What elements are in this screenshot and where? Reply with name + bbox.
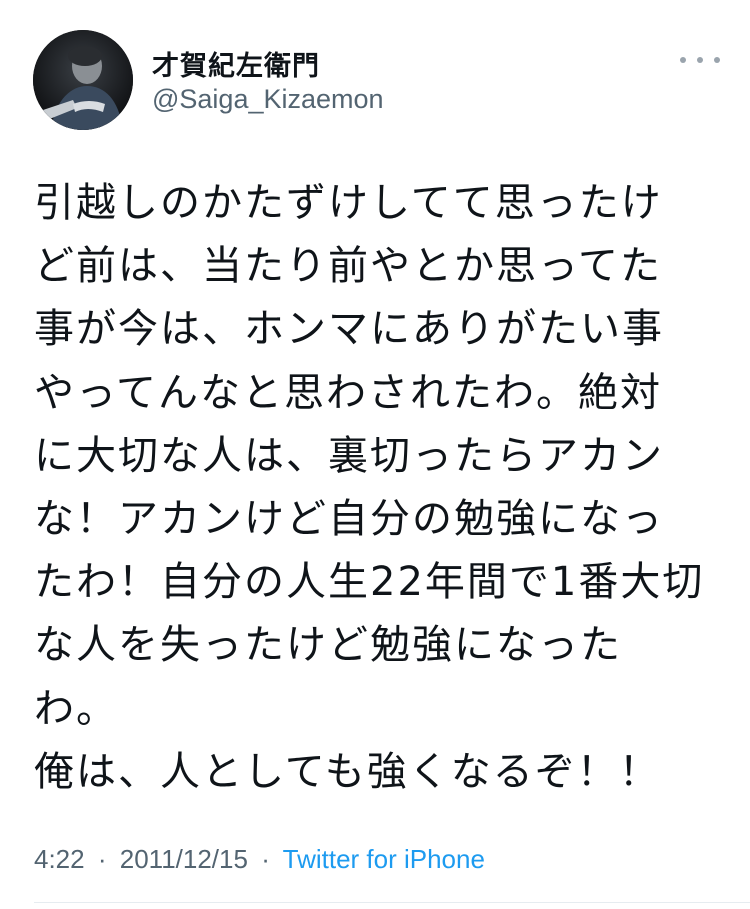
more-options-button[interactable] <box>680 50 720 70</box>
tweet-source-link[interactable]: Twitter for iPhone <box>283 844 485 874</box>
more-horizontal-icon <box>697 57 703 63</box>
tweet-metadata: 4:22 · 2011/12/15 · Twitter for iPhone <box>34 844 485 875</box>
tweet-text-line: やってんなと思わされたわ。絶対 <box>34 369 662 416</box>
tweet: 才賀紀左衛門 @Saiga_Kizaemon 引越しのかたずけしてて思ったけ ど… <box>0 0 750 909</box>
tweet-text-line: たわ！自分の人生22年間で1番大切 <box>34 559 705 606</box>
tweet-text-line: 引越しのかたずけしてて思ったけ <box>34 180 663 226</box>
divider <box>34 902 750 903</box>
tweet-text-line: ど前は、当たり前やとか思ってた <box>34 243 662 290</box>
more-horizontal-icon <box>714 57 720 63</box>
more-horizontal-icon <box>680 57 686 63</box>
tweet-time[interactable]: 4:22 <box>34 844 85 874</box>
tweet-text-line: な！アカンけど自分の勉強になっ <box>34 496 664 543</box>
meta-separator: · <box>261 844 270 874</box>
display-name[interactable]: 才賀紀左衛門 <box>152 44 320 83</box>
tweet-text-line: に大切な人は、裏切ったらアカン <box>34 432 664 479</box>
tweet-text-line: 事が今は、ホンマにありがたい事 <box>34 306 664 353</box>
tweet-text-line: 俺は、人としても強くなるぞ！！ <box>34 748 661 795</box>
meta-separator: · <box>97 844 107 874</box>
avatar[interactable] <box>33 30 133 130</box>
tweet-text: 引越しのかたずけしてて思ったけ ど前は、当たり前やとか思ってた 事が今は、ホンマ… <box>34 172 740 804</box>
username-handle[interactable]: @Saiga_Kizaemon <box>152 84 384 115</box>
tweet-text-line: な人を失ったけど勉強になった <box>34 622 622 669</box>
tweet-text-line: わ。 <box>34 685 118 732</box>
tweet-date[interactable]: 2011/12/15 <box>120 844 248 874</box>
profile-photo-icon <box>33 30 133 130</box>
